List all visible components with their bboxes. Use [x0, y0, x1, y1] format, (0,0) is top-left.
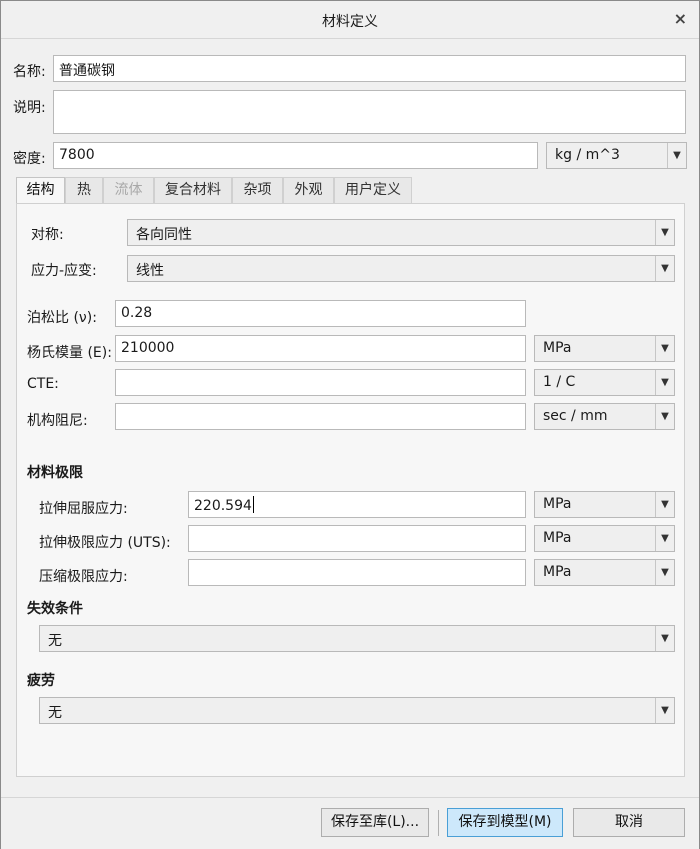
poisson-label: 泊松比 (ν): — [27, 310, 97, 326]
stress-strain-value: 线性 — [136, 263, 164, 279]
chevron-down-icon: ▼ — [655, 560, 674, 585]
symmetry-label: 对称: — [31, 227, 64, 243]
footer-separator — [438, 810, 439, 836]
cte-unit-select[interactable]: 1 / C ▼ — [534, 369, 675, 396]
tensile-yield-value: 220.594 — [194, 498, 252, 514]
chevron-down-icon: ▼ — [655, 626, 674, 651]
chevron-down-icon: ▼ — [655, 526, 674, 551]
compressive-input[interactable] — [188, 559, 526, 586]
tensile-uts-unit-select[interactable]: MPa ▼ — [534, 525, 675, 552]
damping-unit-value: sec / mm — [543, 408, 608, 424]
name-input[interactable]: 普通碳钢 — [53, 55, 686, 82]
damping-unit-select[interactable]: sec / mm ▼ — [534, 403, 675, 430]
chevron-down-icon: ▼ — [655, 336, 674, 361]
save-to-model-button[interactable]: 保存到模型(M) — [447, 808, 563, 837]
tensile-uts-unit-value: MPa — [543, 530, 572, 546]
symmetry-value: 各向同性 — [136, 227, 192, 243]
cte-label: CTE: — [27, 376, 59, 392]
fatigue-heading: 疲劳 — [27, 673, 55, 689]
poisson-input[interactable]: 0.28 — [115, 300, 526, 327]
chevron-down-icon: ▼ — [655, 698, 674, 723]
tab-structural[interactable]: 结构 — [16, 177, 65, 204]
cancel-button[interactable]: 取消 — [573, 808, 685, 837]
density-label: 密度: — [13, 151, 46, 167]
compressive-unit-value: MPa — [543, 564, 572, 580]
tensile-uts-input[interactable] — [188, 525, 526, 552]
chevron-down-icon: ▼ — [655, 404, 674, 429]
cte-unit-value: 1 / C — [543, 374, 576, 390]
compressive-unit-select[interactable]: MPa ▼ — [534, 559, 675, 586]
fatigue-value: 无 — [48, 705, 62, 721]
tensile-yield-unit-value: MPa — [543, 496, 572, 512]
text-cursor — [252, 496, 254, 513]
chevron-down-icon: ▼ — [667, 143, 686, 168]
chevron-down-icon: ▼ — [655, 370, 674, 395]
tab-composite[interactable]: 复合材料 — [154, 177, 232, 203]
material-definition-dialog: 材料定义 × 名称: 普通碳钢 说明: 密度: 7800 kg / m^3 ▼ … — [0, 0, 700, 849]
structural-panel: 对称: 各向同性 ▼ 应力-应变: 线性 ▼ 泊松比 (ν): 0.28 杨氏模… — [16, 203, 685, 777]
tensile-yield-input[interactable]: 220.594 — [188, 491, 526, 518]
stress-strain-select[interactable]: 线性 ▼ — [127, 255, 675, 282]
failure-criteria-heading: 失效条件 — [27, 601, 83, 617]
material-limits-heading: 材料极限 — [27, 465, 83, 481]
young-modulus-label: 杨氏模量 (E): — [27, 345, 112, 361]
tab-user-defined[interactable]: 用户定义 — [334, 177, 412, 203]
close-icon[interactable]: × — [674, 9, 687, 28]
fatigue-select[interactable]: 无 ▼ — [39, 697, 675, 724]
chevron-down-icon: ▼ — [655, 492, 674, 517]
save-to-library-button[interactable]: 保存至库(L)... — [321, 808, 429, 837]
young-modulus-input[interactable]: 210000 — [115, 335, 526, 362]
young-unit-value: MPa — [543, 340, 572, 356]
tensile-uts-label: 拉伸极限应力 (UTS): — [39, 535, 171, 551]
stress-strain-label: 应力-应变: — [31, 263, 97, 279]
symmetry-select[interactable]: 各向同性 ▼ — [127, 219, 675, 246]
title-bar: 材料定义 × — [1, 1, 699, 39]
density-unit-select[interactable]: kg / m^3 ▼ — [546, 142, 687, 169]
compressive-label: 压缩极限应力: — [39, 569, 128, 585]
damping-label: 机构阻尼: — [27, 413, 88, 429]
density-unit-value: kg / m^3 — [555, 147, 620, 163]
damping-input[interactable] — [115, 403, 526, 430]
failure-criteria-select[interactable]: 无 ▼ — [39, 625, 675, 652]
description-label: 说明: — [13, 100, 46, 116]
tensile-yield-unit-select[interactable]: MPa ▼ — [534, 491, 675, 518]
density-input[interactable]: 7800 — [53, 142, 538, 169]
chevron-down-icon: ▼ — [655, 220, 674, 245]
tab-misc[interactable]: 杂项 — [232, 177, 283, 203]
tab-fluid: 流体 — [103, 177, 154, 203]
tab-thermal[interactable]: 热 — [65, 177, 103, 203]
failure-criteria-value: 无 — [48, 633, 62, 649]
tab-appearance[interactable]: 外观 — [283, 177, 334, 203]
name-label: 名称: — [13, 64, 46, 80]
chevron-down-icon: ▼ — [655, 256, 674, 281]
dialog-title: 材料定义 — [322, 14, 378, 30]
tensile-yield-label: 拉伸屈服应力: — [39, 501, 128, 517]
description-input[interactable] — [53, 90, 686, 134]
dialog-footer: 保存至库(L)... 保存到模型(M) 取消 — [1, 797, 699, 849]
cte-input[interactable] — [115, 369, 526, 396]
young-modulus-unit-select[interactable]: MPa ▼ — [534, 335, 675, 362]
